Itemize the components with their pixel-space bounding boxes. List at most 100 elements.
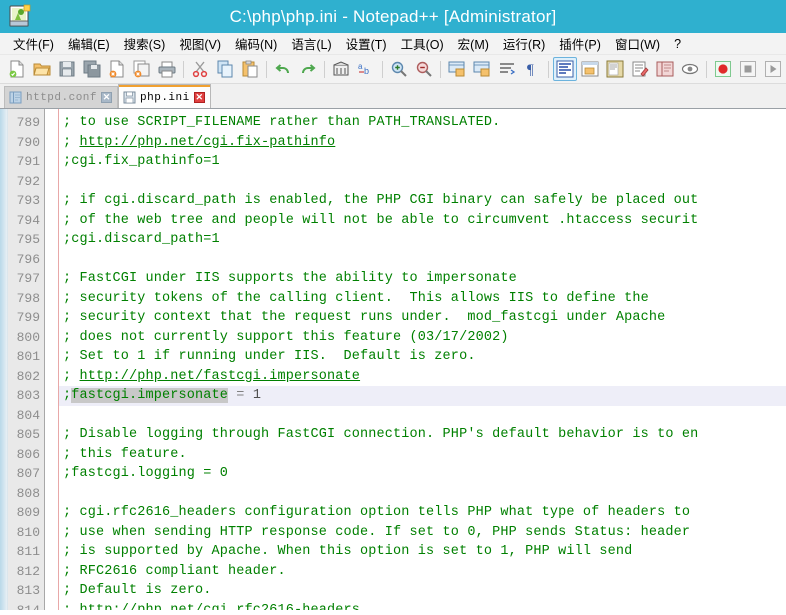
line-number: 803 [16,388,40,403]
code-text: ; [63,368,80,384]
code-line[interactable]: ; Disable logging through FastCGI connec… [59,425,786,445]
code-link[interactable]: http://php.net/fastcgi.impersonate [80,369,361,384]
word-wrap-icon[interactable] [495,57,519,81]
sync-horizontal-scroll-icon[interactable] [470,57,494,81]
tab-bar: httpd.conf ✕ php.ini ✕ [0,84,786,109]
code-line[interactable]: ; http://php.net/cgi.rfc2616-headers [59,601,786,611]
menu-run[interactable]: 运行(R) [496,32,552,55]
new-file-icon[interactable] [5,57,29,81]
paste-icon[interactable] [238,57,262,81]
play-macro-icon[interactable] [761,57,785,81]
code-line[interactable]: ; use when sending HTTP response code. I… [59,523,786,543]
code-text: ; does not currently support this featur… [63,329,509,345]
menu-view[interactable]: 视图(V) [172,32,228,55]
code-link[interactable]: http://php.net/cgi.rfc2616-headers [80,603,361,611]
code-text: ; use when sending HTTP response code. I… [63,524,691,540]
toolbar-separator-4 [379,59,386,79]
menu-bar: 文件(F) 编辑(E) 搜索(S) 视图(V) 编码(N) 语言(L) 设置(T… [0,33,786,55]
save-icon[interactable] [55,57,79,81]
undo-icon[interactable] [271,57,295,81]
text-editor[interactable]: 789 790 791 792 793 794 795 796 797 798 799 800 801 8… [0,109,786,610]
code-line[interactable]: ; of the web tree and people will not be… [59,211,786,231]
indent-guide-icon[interactable] [553,57,577,81]
code-line[interactable]: ;cgi.discard_path=1 [59,230,786,250]
menu-edit[interactable]: 编辑(E) [61,32,117,55]
code-line[interactable]: ; does not currently support this featur… [59,328,786,348]
line-number: 789 [16,115,40,130]
tab-label: php.ini [140,91,190,104]
open-file-icon[interactable] [30,57,54,81]
code-line[interactable]: ; security tokens of the calling client.… [59,289,786,309]
save-all-icon[interactable] [80,57,104,81]
code-line[interactable]: ; to use SCRIPT_FILENAME rather than PAT… [59,113,786,133]
close-file-icon[interactable] [105,57,129,81]
function-list-icon[interactable] [628,57,652,81]
user-define-dialog-icon[interactable] [578,57,602,81]
tab-httpd-conf[interactable]: httpd.conf ✕ [4,86,119,108]
cut-icon[interactable] [188,57,212,81]
find-icon[interactable] [329,57,353,81]
code-line[interactable]: ; this feature. [59,445,786,465]
copy-icon[interactable] [213,57,237,81]
menu-plugins[interactable]: 插件(P) [552,32,608,55]
stop-macro-icon[interactable] [736,57,760,81]
code-line[interactable]: ; FastCGI under IIS supports the ability… [59,269,786,289]
code-line[interactable]: ; Default is zero. [59,581,786,601]
code-line[interactable]: ; http://php.net/fastcgi.impersonate [59,367,786,387]
doc-map-icon[interactable] [603,57,627,81]
code-line[interactable] [59,172,786,192]
document-icon [9,91,22,104]
folder-workspace-icon[interactable] [653,57,677,81]
show-all-chars-icon[interactable]: ¶ [520,57,544,81]
replace-icon[interactable]: ab [354,57,378,81]
line-number: 805 [16,427,40,442]
toolbar: ab ¶ [0,55,786,84]
menu-tools[interactable]: 工具(O) [394,32,451,55]
zoom-in-icon[interactable] [387,57,411,81]
menu-language[interactable]: 语言(L) [284,32,338,55]
tab-label: httpd.conf [26,91,98,104]
code-text: ; [63,134,80,150]
code-text: ; FastCGI under IIS supports the ability… [63,271,517,286]
code-text: ; cgi.rfc2616_headers configuration opti… [63,505,691,520]
code-line[interactable]: ;fastcgi.logging = 0 [59,464,786,484]
line-number-gutter: 789 790 791 792 793 794 795 796 797 798 799 800 801 8… [8,109,45,610]
code-line[interactable]: ; if cgi.discard_path is enabled, the PH… [59,191,786,211]
code-line[interactable] [59,484,786,504]
menu-encoding[interactable]: 编码(N) [228,32,284,55]
redo-icon[interactable] [296,57,320,81]
bookmark-margin[interactable] [0,109,8,610]
code-line[interactable]: ; http://php.net/cgi.fix-pathinfo [59,133,786,153]
menu-macro[interactable]: 宏(M) [451,32,496,55]
code-line[interactable]: ; cgi.rfc2616_headers configuration opti… [59,503,786,523]
menu-settings[interactable]: 设置(T) [339,32,394,55]
close-icon[interactable]: ✕ [193,92,205,103]
code-line[interactable] [59,250,786,270]
code-line[interactable]: ;cgi.fix_pathinfo=1 [59,152,786,172]
menu-help[interactable]: ? [667,35,688,53]
code-text: ; of the web tree and people will not be… [63,212,699,228]
sync-vertical-scroll-icon[interactable] [445,57,469,81]
print-icon[interactable] [155,57,179,81]
code-text: 1 [252,388,262,403]
close-icon[interactable]: ✕ [101,92,113,103]
menu-window[interactable]: 窗口(W) [608,32,667,55]
code-text: ; security context that the request runs… [63,310,666,325]
code-line[interactable]: ; security context that the request runs… [59,308,786,328]
tab-php-ini[interactable]: php.ini ✕ [118,84,211,108]
line-number: 804 [16,407,40,423]
monitor-icon[interactable] [678,57,702,81]
code-link[interactable]: http://php.net/cgi.fix-pathinfo [80,135,336,150]
close-all-icon[interactable] [130,57,154,81]
code-line-current[interactable]: ;fastcgi.impersonate = 1 [59,386,786,406]
code-line[interactable]: ; Set to 1 if running under IIS. Default… [59,347,786,367]
menu-file[interactable]: 文件(F) [6,32,61,55]
code-folding-margin[interactable] [45,109,59,610]
code-line[interactable] [59,406,786,426]
menu-search[interactable]: 搜索(S) [117,32,173,55]
code-content-area[interactable]: ; to use SCRIPT_FILENAME rather than PAT… [59,109,786,610]
code-line[interactable]: ; is supported by Apache. When this opti… [59,542,786,562]
record-macro-icon[interactable] [711,57,735,81]
zoom-out-icon[interactable] [412,57,436,81]
code-line[interactable]: ; RFC2616 compliant header. [59,562,786,582]
